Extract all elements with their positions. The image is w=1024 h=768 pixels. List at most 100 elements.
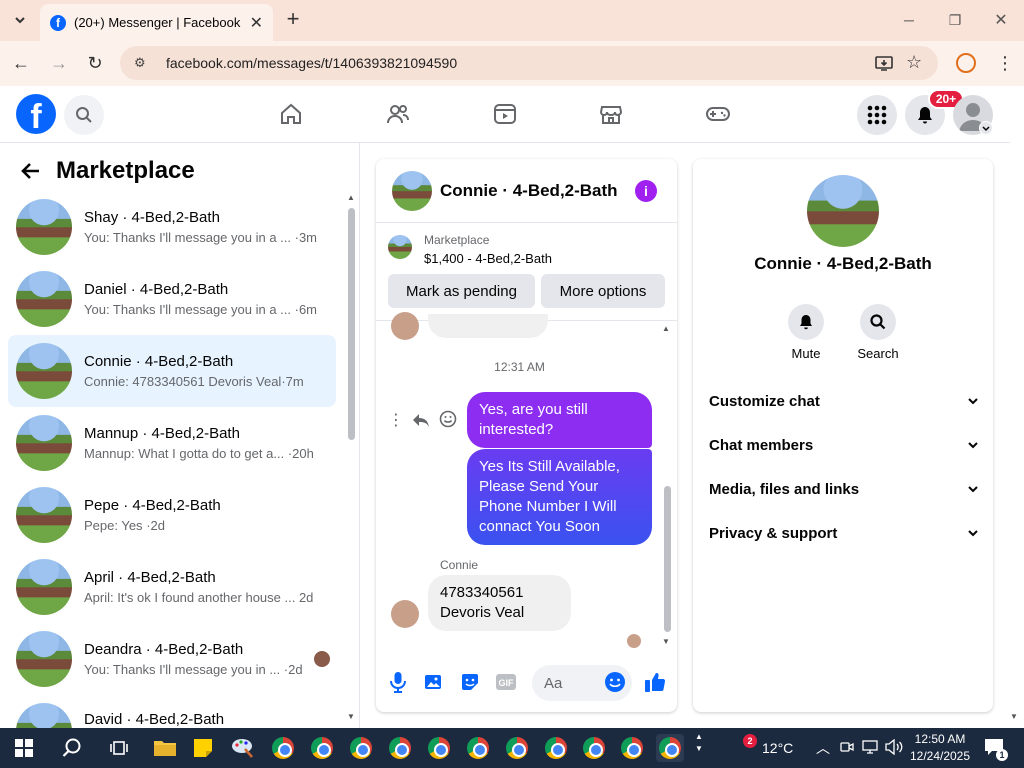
chrome-window-button[interactable] bbox=[542, 734, 570, 762]
file-explorer-button[interactable] bbox=[151, 734, 179, 762]
like-button[interactable] bbox=[643, 670, 667, 694]
task-view-button[interactable] bbox=[105, 734, 133, 762]
attach-photo-button[interactable] bbox=[422, 670, 446, 694]
taskbar-overflow-chevrons[interactable]: ▲ ▼ bbox=[694, 731, 704, 755]
restore-button[interactable]: ❐ bbox=[943, 8, 967, 32]
sidebar-scroll-down[interactable]: ▼ bbox=[347, 712, 355, 721]
home-nav-button[interactable] bbox=[277, 100, 305, 128]
facebook-search-button[interactable] bbox=[64, 95, 104, 135]
chrome-window-button[interactable] bbox=[503, 734, 531, 762]
chrome-window-button[interactable] bbox=[580, 734, 608, 762]
sticker-button[interactable] bbox=[458, 670, 482, 694]
tab-title: (20+) Messenger | Facebook bbox=[74, 15, 241, 30]
url-bar[interactable]: ⚙ facebook.com/messages/t/14063938210945… bbox=[120, 46, 938, 80]
menu-grid-button[interactable] bbox=[857, 95, 897, 135]
gaming-nav-button[interactable] bbox=[704, 100, 732, 128]
chrome-icon bbox=[350, 737, 372, 759]
mark-as-pending-button[interactable]: Mark as pending bbox=[388, 274, 535, 308]
meet-now-icon[interactable] bbox=[840, 740, 854, 754]
listing-thumbnail[interactable] bbox=[388, 235, 412, 259]
incoming-message[interactable]: 4783340561 Devoris Veal bbox=[428, 575, 571, 631]
chrome-window-button[interactable] bbox=[425, 734, 453, 762]
facebook-logo[interactable]: f bbox=[16, 94, 56, 134]
system-tray-expand-icon[interactable]: ︿ bbox=[816, 738, 830, 758]
volume-icon[interactable] bbox=[885, 738, 903, 756]
voice-clip-button[interactable] bbox=[386, 670, 410, 694]
react-emoji-icon[interactable] bbox=[438, 409, 458, 429]
chat-scrollbar-thumb[interactable] bbox=[664, 486, 671, 632]
chat-scroll-up[interactable]: ▲ bbox=[662, 324, 670, 333]
sidebar-scrollbar-thumb[interactable] bbox=[348, 208, 355, 440]
gif-button[interactable]: GIF bbox=[494, 670, 518, 694]
tab-search-button[interactable] bbox=[8, 8, 32, 32]
conversation-item[interactable]: Pepe · 4-Bed,2-Bath Pepe: Yes ·2d bbox=[8, 479, 336, 551]
chrome-window-button[interactable] bbox=[618, 734, 646, 762]
conversation-photo[interactable] bbox=[807, 175, 879, 247]
video-nav-button[interactable] bbox=[491, 100, 519, 128]
close-tab-icon[interactable]: ✕ bbox=[250, 13, 263, 33]
privacy-support-row[interactable]: Privacy & support bbox=[709, 521, 979, 545]
chrome-window-button[interactable] bbox=[386, 734, 414, 762]
conversation-item[interactable]: Deandra · 4-Bed,2-Bath You: Thanks I'll … bbox=[8, 623, 336, 695]
chat-title[interactable]: Connie · 4-Bed,2-Bath bbox=[440, 181, 635, 201]
chrome-window-button[interactable] bbox=[464, 734, 492, 762]
search-in-conversation-action[interactable]: Search bbox=[848, 304, 908, 361]
temperature[interactable]: 12°C bbox=[762, 740, 793, 756]
sidebar-scroll-up[interactable]: ▲ bbox=[347, 193, 355, 202]
customize-chat-label: Customize chat bbox=[709, 392, 820, 410]
outgoing-message[interactable]: Yes, are you still interested? bbox=[467, 392, 652, 448]
paint-app-button[interactable] bbox=[229, 734, 257, 762]
more-actions-icon[interactable]: ⋮ bbox=[388, 410, 404, 430]
sidebar-back-button[interactable] bbox=[20, 160, 42, 188]
site-info-icon[interactable]: ⚙ bbox=[134, 55, 152, 71]
back-button[interactable]: ← bbox=[8, 51, 34, 75]
chrome-window-button[interactable] bbox=[269, 734, 297, 762]
account-dropdown-icon[interactable] bbox=[979, 121, 993, 135]
contact-avatar[interactable] bbox=[391, 600, 419, 628]
start-button[interactable] bbox=[10, 734, 38, 762]
clock-date[interactable]: 12/24/2025 bbox=[908, 749, 972, 763]
bookmark-star-icon[interactable]: ☆ bbox=[906, 52, 926, 72]
more-options-button[interactable]: More options bbox=[541, 274, 665, 308]
chat-header-thumbnail[interactable] bbox=[392, 170, 432, 211]
outgoing-message[interactable]: Yes Its Still Available, Please Send You… bbox=[467, 449, 652, 545]
taskbar-search-button[interactable] bbox=[58, 734, 86, 762]
new-tab-button[interactable]: + bbox=[282, 8, 304, 30]
marketplace-nav-button[interactable] bbox=[597, 100, 625, 128]
conversation-item-active[interactable]: Connie · 4-Bed,2-Bath Connie: 4783340561… bbox=[8, 335, 336, 407]
chat-members-row[interactable]: Chat members bbox=[709, 433, 979, 457]
conversation-item[interactable]: Mannup · 4-Bed,2-Bath Mannup: What I got… bbox=[8, 407, 336, 479]
minimize-button[interactable]: ─ bbox=[897, 8, 921, 32]
friends-nav-button[interactable] bbox=[384, 100, 412, 128]
facebook-favicon-icon: f bbox=[50, 14, 66, 31]
close-window-button[interactable]: ✕ bbox=[989, 8, 1013, 32]
chrome-window-button[interactable] bbox=[347, 734, 375, 762]
reload-button[interactable]: ↻ bbox=[82, 51, 108, 75]
chrome-window-button-active[interactable] bbox=[656, 734, 684, 762]
conversation-item[interactable]: David · 4-Bed,2-Bath bbox=[8, 695, 336, 728]
conversation-preview: April: It's ok I found another house ... bbox=[84, 590, 296, 605]
browser-menu-icon[interactable]: ⋮ bbox=[996, 52, 1014, 74]
info-icon[interactable]: i bbox=[635, 179, 657, 202]
chevron-down-icon bbox=[968, 530, 978, 537]
photo-icon bbox=[425, 675, 441, 689]
conversation-item[interactable]: Daniel · 4-Bed,2-Bath You: Thanks I'll m… bbox=[8, 263, 336, 335]
install-app-icon[interactable] bbox=[874, 53, 894, 73]
conversation-item[interactable]: April · 4-Bed,2-Bath April: It's ok I fo… bbox=[8, 551, 336, 623]
forward-button[interactable]: → bbox=[46, 51, 72, 75]
customize-chat-row[interactable]: Customize chat bbox=[709, 389, 979, 413]
chat-scroll-down[interactable]: ▼ bbox=[662, 637, 670, 646]
listing-price[interactable]: $1,400 - 4-Bed,2-Bath bbox=[424, 251, 552, 266]
mute-action[interactable]: Mute bbox=[776, 304, 836, 361]
media-files-links-row[interactable]: Media, files and links bbox=[709, 477, 979, 501]
network-icon[interactable] bbox=[862, 740, 880, 754]
profile-icon[interactable] bbox=[956, 53, 976, 73]
page-scroll-down[interactable]: ▼ bbox=[1010, 712, 1018, 721]
reply-icon[interactable] bbox=[411, 410, 431, 430]
conversation-item[interactable]: Shay · 4-Bed,2-Bath You: Thanks I'll mes… bbox=[8, 191, 336, 263]
browser-tab-active[interactable]: f (20+) Messenger | Facebook ✕ bbox=[40, 4, 273, 41]
sticky-notes-button[interactable] bbox=[189, 734, 217, 762]
clock-time[interactable]: 12:50 AM bbox=[912, 732, 968, 746]
chrome-window-button[interactable] bbox=[308, 734, 336, 762]
emoji-picker-button[interactable] bbox=[603, 670, 627, 694]
